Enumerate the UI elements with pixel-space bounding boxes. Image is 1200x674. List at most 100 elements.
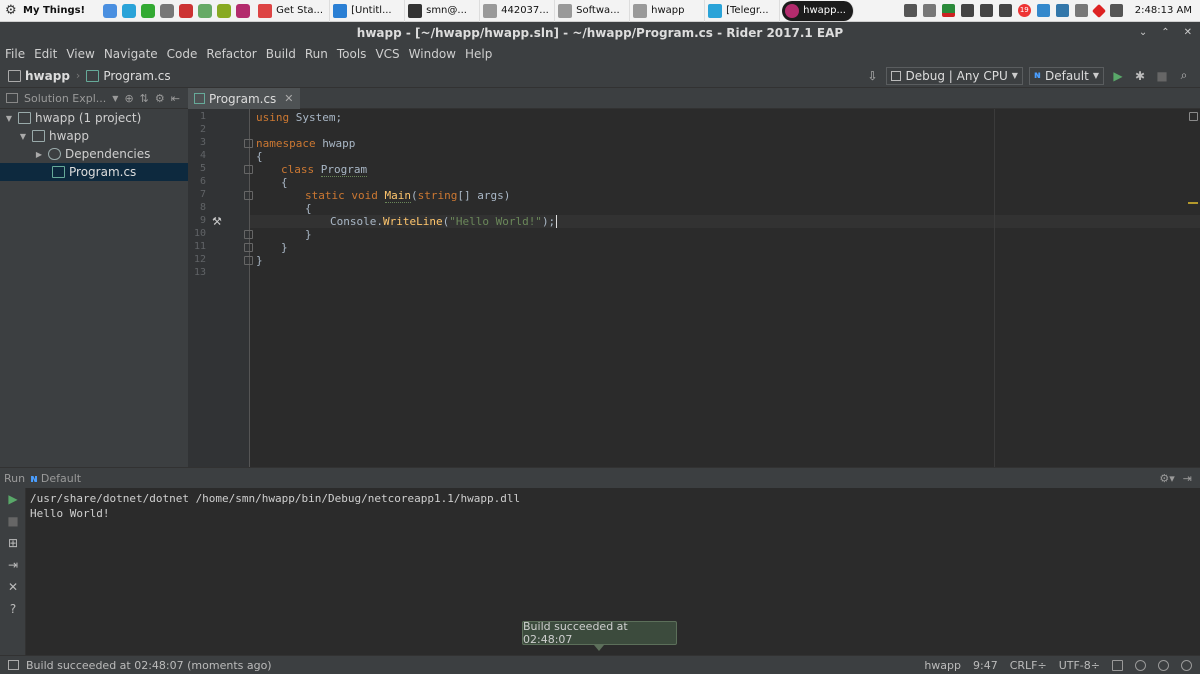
fold-marker[interactable] [244, 256, 253, 265]
taskbar-item[interactable]: smn@... [405, 0, 481, 22]
pin-icon[interactable]: ⇥ [0, 554, 26, 576]
taskbar-item[interactable]: [Untitl... [330, 0, 406, 22]
run-configuration-dropdown[interactable]: ɴ Default ▼ [1028, 66, 1104, 85]
run-config-label[interactable]: Default [41, 472, 81, 485]
maximize-icon[interactable]: ⌃ [1161, 22, 1169, 44]
app-launcher-icon[interactable] [141, 3, 156, 18]
search-icon[interactable]: ⌕ [1176, 68, 1192, 84]
tab-program-cs[interactable]: Program.cs ✕ [188, 88, 300, 109]
bluetooth-icon[interactable] [1055, 4, 1069, 17]
hide-icon[interactable]: ⇤ [171, 92, 180, 105]
taskbar-item[interactable]: hwapp [630, 0, 706, 22]
chrome-launcher-icon[interactable] [103, 3, 118, 18]
collapse-icon[interactable]: ⇅ [140, 92, 149, 105]
toggle-tool-windows-icon[interactable] [8, 660, 19, 670]
app-tray-icon[interactable] [922, 4, 936, 17]
inspection-status-icon[interactable] [1189, 112, 1198, 121]
gear-icon[interactable]: ⚙ [5, 3, 19, 18]
taskbar-item[interactable]: 442037... [480, 0, 556, 22]
taskbar-item[interactable]: [Telegr... [705, 0, 781, 22]
chevron-right-icon[interactable]: ▶ [34, 150, 44, 159]
caret-position[interactable]: 9:47 [973, 659, 998, 672]
event-log-icon[interactable] [1158, 659, 1169, 671]
close-icon[interactable]: ✕ [284, 92, 293, 105]
code-editor[interactable]: 1 2 3 4 5 6 7 8 9 10 11 12 13 ⚒ using Sy… [188, 109, 1200, 467]
menu-file[interactable]: File [5, 47, 25, 61]
menu-vcs[interactable]: VCS [375, 47, 399, 61]
android-launcher-icon[interactable] [198, 3, 213, 18]
tree-item-solution[interactable]: ▼ hwapp (1 project) [0, 109, 188, 127]
fold-marker[interactable] [244, 243, 253, 252]
menu-edit[interactable]: Edit [34, 47, 57, 61]
terminal-launcher-icon[interactable] [160, 3, 175, 18]
system-menu-label[interactable]: My Things! [23, 5, 85, 16]
chevron-down-icon[interactable]: ▼ [112, 94, 118, 103]
telegram-launcher-icon[interactable] [122, 3, 137, 18]
notification-badge[interactable]: 19 [1017, 4, 1031, 17]
line-separator[interactable]: CRLF÷ [1010, 659, 1047, 672]
menu-code[interactable]: Code [167, 47, 198, 61]
rerun-icon[interactable]: ▶ [0, 488, 26, 510]
fold-marker[interactable] [244, 191, 253, 200]
app-launcher-icon[interactable] [179, 3, 194, 18]
stop-icon[interactable]: ■ [0, 510, 26, 532]
rider-launcher-icon[interactable] [236, 3, 251, 18]
hammer-icon[interactable]: ⚒ [212, 215, 222, 228]
menu-window[interactable]: Window [409, 47, 456, 61]
battery-icon[interactable] [998, 4, 1012, 17]
lock-icon[interactable] [1112, 659, 1123, 671]
gear-icon[interactable]: ⚙▾ [1159, 472, 1174, 485]
file-encoding[interactable]: UTF-8÷ [1059, 659, 1100, 672]
menu-view[interactable]: View [66, 47, 94, 61]
stop-icon[interactable]: ■ [1154, 68, 1170, 84]
notifications-icon[interactable] [1181, 659, 1192, 671]
app-tray-icon[interactable] [1109, 4, 1123, 17]
inspection-icon[interactable] [1135, 659, 1146, 671]
menu-navigate[interactable]: Navigate [104, 47, 158, 61]
minimize-icon[interactable]: ⌄ [1139, 22, 1147, 44]
layout-icon[interactable]: ⊞ [0, 532, 26, 554]
tree-item-project[interactable]: ▼ hwapp [0, 127, 188, 145]
gear-icon[interactable]: ⚙ [155, 92, 165, 105]
app-tray-icon[interactable] [1091, 3, 1106, 18]
chevron-down-icon[interactable]: ▼ [4, 114, 14, 123]
hide-panel-icon[interactable]: ⇥ [1183, 472, 1192, 485]
configuration-dropdown[interactable]: Debug | Any CPU ▼ [886, 66, 1023, 85]
fold-marker[interactable] [244, 139, 253, 148]
status-project[interactable]: hwapp [924, 659, 961, 672]
build-notification-balloon[interactable]: Build succeeded at 02:48:07 [522, 620, 677, 646]
tree-item-program-file[interactable]: Program.cs [0, 163, 188, 181]
fold-marker[interactable] [244, 165, 253, 174]
wifi-icon[interactable] [960, 4, 974, 17]
menu-build[interactable]: Build [266, 47, 296, 61]
breadcrumb-project[interactable]: hwapp [8, 69, 70, 83]
status-message[interactable]: Build succeeded at 02:48:07 (moments ago… [26, 659, 272, 672]
taskbar-item-active[interactable]: hwapp... [782, 0, 855, 21]
menu-run[interactable]: Run [305, 47, 328, 61]
app-tray-icon[interactable] [1074, 4, 1088, 17]
vpn-icon[interactable] [1036, 4, 1050, 17]
menu-help[interactable]: Help [465, 47, 492, 61]
taskbar-item[interactable]: Softwa... [555, 0, 631, 22]
locate-icon[interactable]: ⊕ [124, 92, 133, 105]
close-icon[interactable]: ✕ [1184, 22, 1192, 44]
flag-icon[interactable] [941, 4, 955, 17]
build-icon[interactable]: ⇩ [864, 68, 880, 84]
close-icon[interactable]: ✕ [0, 576, 26, 598]
debug-icon[interactable]: ✱ [1132, 68, 1148, 84]
run-panel-label[interactable]: Run [4, 472, 25, 485]
app-launcher-icon[interactable] [217, 3, 232, 18]
tree-item-dependencies[interactable]: ▶ Dependencies [0, 145, 188, 163]
help-icon[interactable]: ? [0, 598, 26, 620]
chevron-down-icon[interactable]: ▼ [18, 132, 28, 141]
clock[interactable]: 2:48:13 AM [1135, 5, 1192, 16]
fold-marker[interactable] [244, 230, 253, 239]
taskbar-item[interactable]: Get Sta... [255, 0, 331, 22]
breadcrumb-file[interactable]: Program.cs [86, 69, 171, 83]
solution-explorer-title[interactable]: Solution Expl... [24, 92, 106, 105]
error-stripe-marker[interactable] [1188, 202, 1198, 204]
menu-tools[interactable]: Tools [337, 47, 367, 61]
user-icon[interactable] [903, 4, 917, 17]
menu-refactor[interactable]: Refactor [206, 47, 256, 61]
volume-icon[interactable] [979, 4, 993, 17]
